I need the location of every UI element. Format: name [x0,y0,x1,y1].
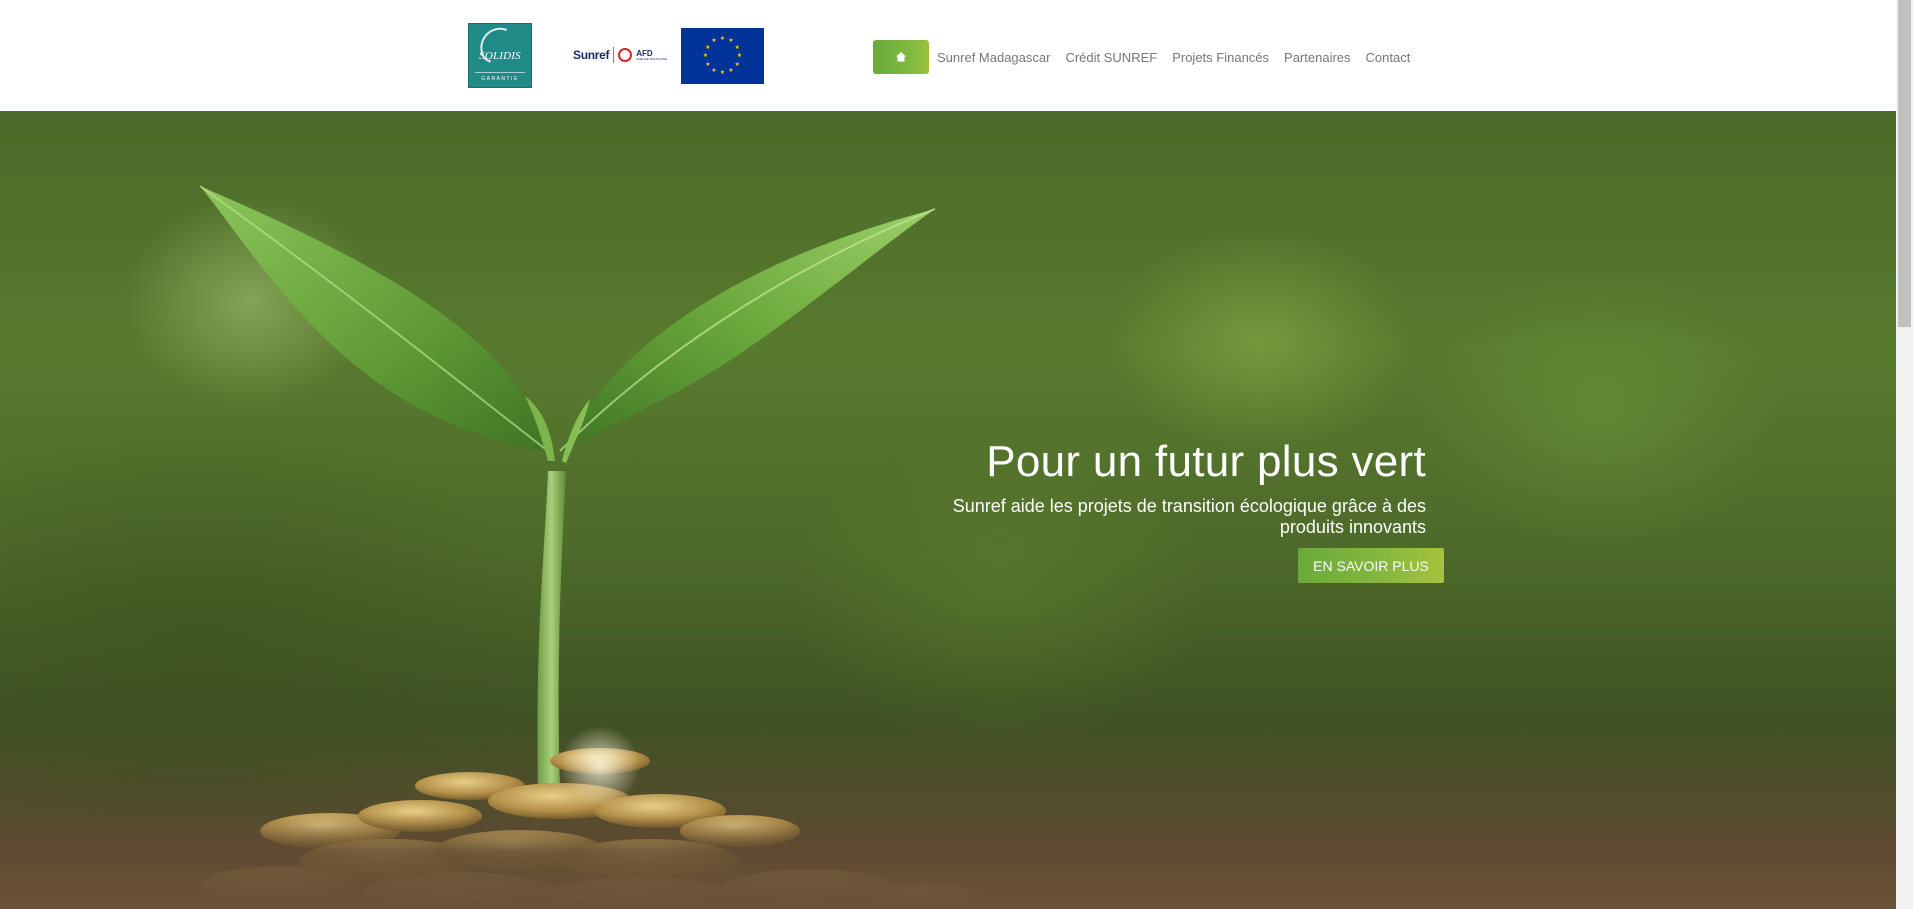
nav-item-partenaires[interactable]: Partenaires [1284,50,1350,65]
hero-title: Pour un futur plus vert [986,437,1426,486]
eu-star-icon: ★ [736,53,743,59]
afd-logo: AFD AGENCE FRANÇAISE [636,49,667,61]
logo-separator [613,47,615,63]
eu-star-icon: ★ [728,67,734,74]
en-savoir-plus-button[interactable]: EN SAVOIR PLUS [1298,548,1444,583]
hero-subtitle: Sunref aide les projets de transition éc… [952,496,1426,537]
nav-item-sunref-madagascar[interactable]: Sunref Madagascar [937,50,1050,65]
sunref-logo-text: Sunref [573,48,610,62]
eu-star-icon: ★ [705,61,711,68]
solidis-logo-sub: GARANTIE [481,76,519,82]
eu-star-icon: ★ [702,53,709,59]
nav-home-button[interactable] [873,40,929,74]
sunref-afd-logo[interactable]: Sunref AFD AGENCE FRANÇAISE [573,44,667,66]
nav-item-credit-sunref[interactable]: Crédit SUNREF [1065,50,1157,65]
nav-item-contact[interactable]: Contact [1366,50,1411,65]
solidis-logo-name: SOLIDIS [479,50,521,62]
soil-ground [0,814,1896,909]
eu-star-icon: ★ [719,70,726,76]
page-scrollbar[interactable] [1896,0,1913,909]
eu-star-icon: ★ [705,44,711,51]
afd-logo-subtext: AGENCE FRANÇAISE [636,56,667,61]
eu-star-icon: ★ [719,36,726,42]
eu-flag-icon[interactable]: ★ ★ ★ ★ ★ ★ ★ ★ ★ ★ ★ ★ [681,28,764,84]
solidis-logo[interactable]: SOLIDIS GARANTIE [468,23,532,88]
scrollbar-thumb[interactable] [1898,0,1911,327]
eu-star-icon: ★ [728,38,734,45]
afd-ring-icon [618,48,633,62]
solidis-logo-rule [475,72,525,73]
eu-star-icon: ★ [734,61,740,68]
eu-star-icon: ★ [734,44,740,51]
home-icon [896,52,906,62]
eu-star-icon: ★ [711,67,717,74]
main-nav: Sunref Madagascar Crédit SUNREF Projets … [873,40,1410,74]
eu-star-icon: ★ [711,38,717,45]
hero-banner: Pour un futur plus vert Sunref aide les … [0,111,1896,909]
nav-item-projets-finances[interactable]: Projets Financés [1172,50,1269,65]
site-header: SOLIDIS GARANTIE Sunref AFD AGENCE FRANÇ… [0,0,1896,111]
